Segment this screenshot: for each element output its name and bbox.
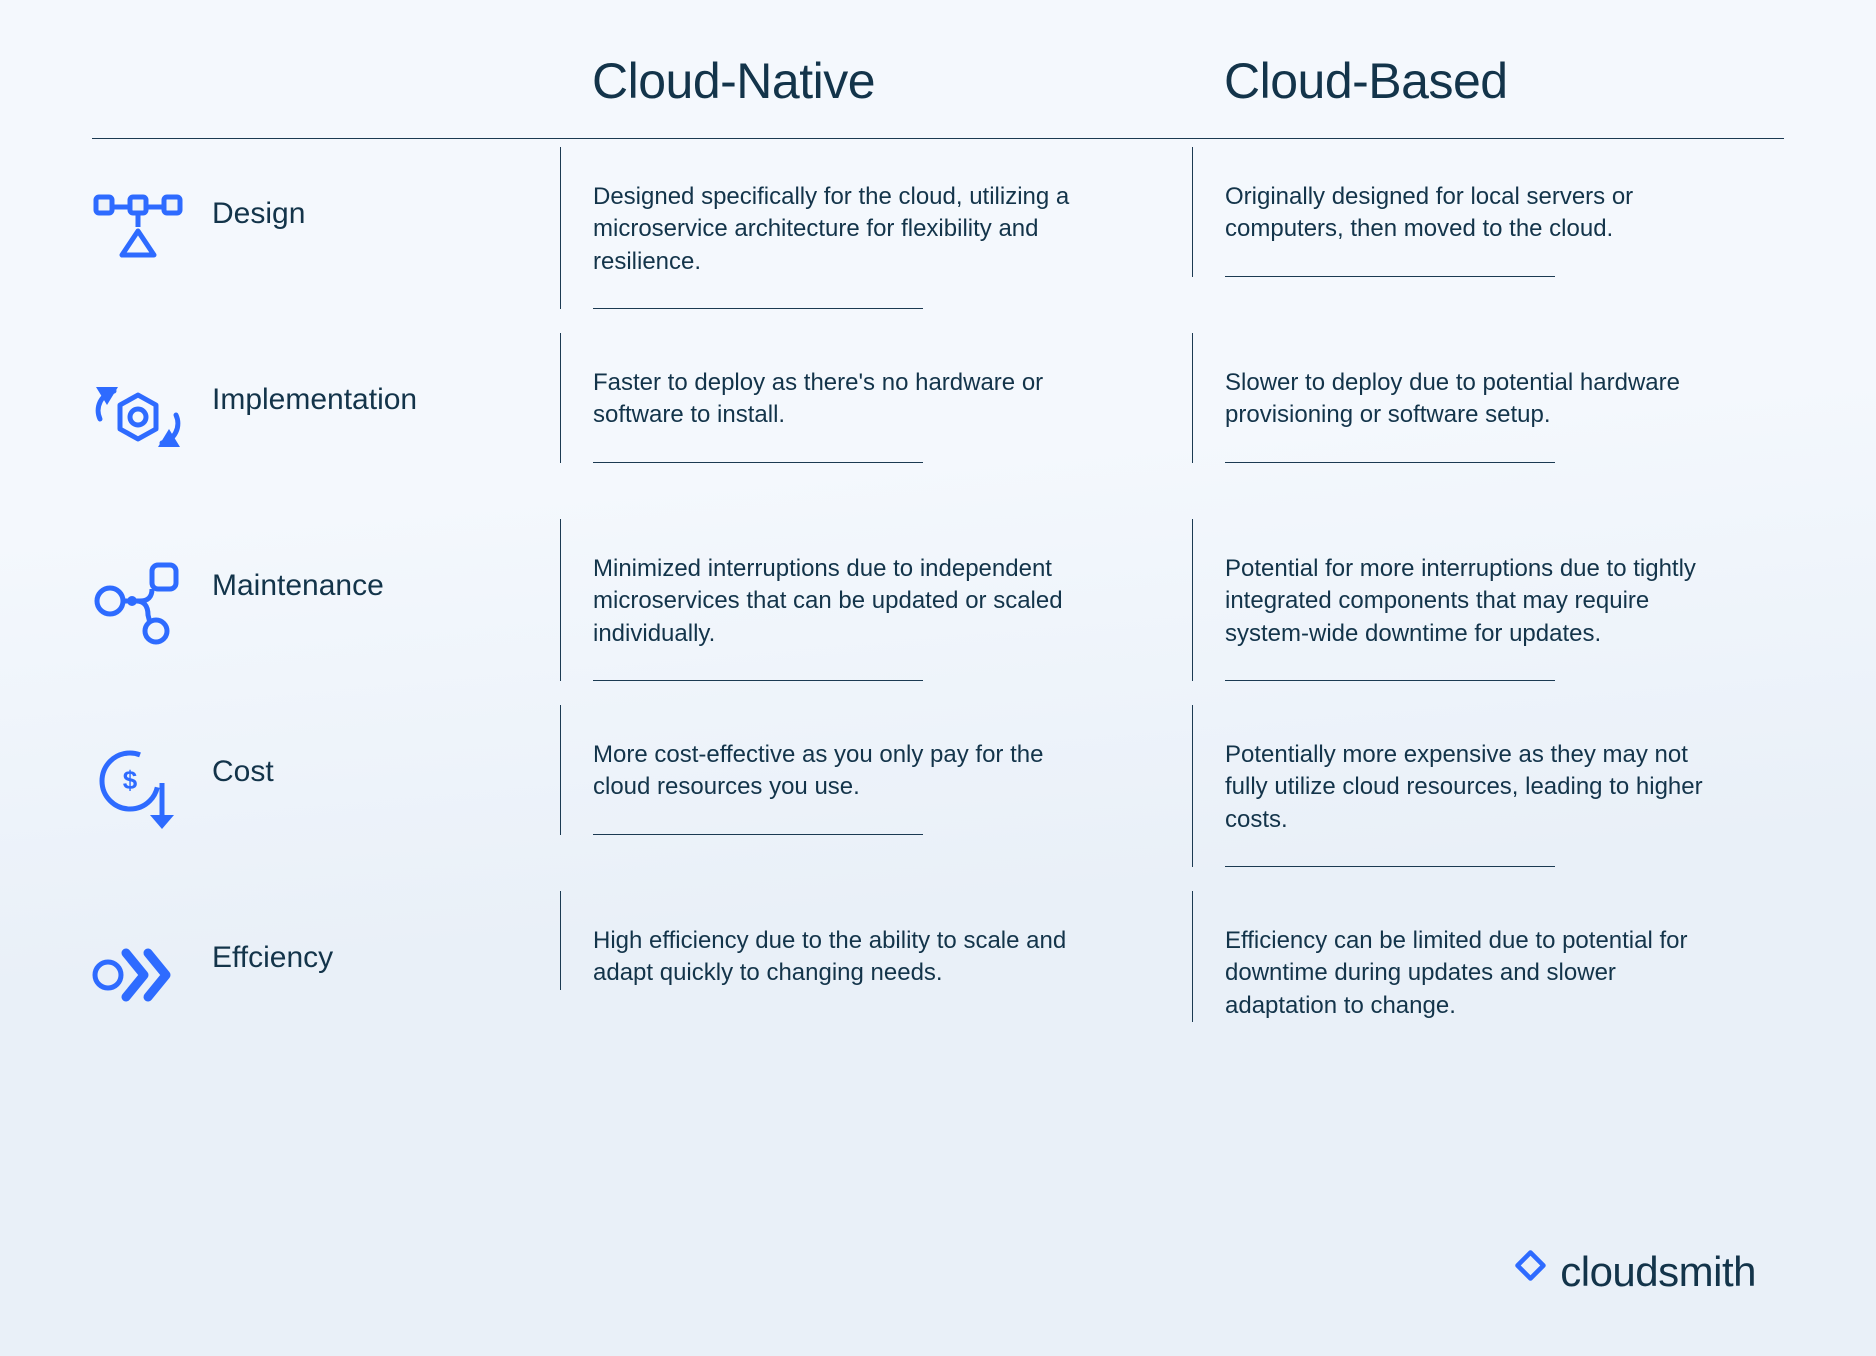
cell-divider [593, 680, 923, 681]
cell-based: Slower to deploy due to potential hardwa… [1192, 333, 1784, 463]
cell-text: Efficiency can be limited due to potenti… [1225, 925, 1705, 1022]
row-label: Implementation [212, 371, 417, 417]
nodes-icon [92, 557, 184, 649]
table-row: Effciency High efficiency due to the abi… [92, 891, 1784, 1077]
microservices-icon [92, 185, 184, 277]
cloudsmith-icon [1502, 1250, 1546, 1294]
efficiency-icon [92, 929, 184, 1021]
cycle-icon [92, 371, 184, 463]
cell-text: Potential for more interruptions due to … [1225, 553, 1705, 650]
cell-text: More cost-effective as you only pay for … [593, 739, 1073, 804]
cell-divider [593, 308, 923, 309]
row-heading: Effciency [92, 891, 520, 1021]
cell-divider [1225, 680, 1555, 681]
table-row: Implementation Faster to deploy as there… [92, 333, 1784, 519]
cell-native: Minimized interruptions due to independe… [560, 519, 1152, 681]
row-heading: Implementation [92, 333, 520, 463]
cell-divider [1225, 462, 1555, 463]
row-heading: Maintenance [92, 519, 520, 649]
cell-text: High efficiency due to the ability to sc… [593, 925, 1073, 990]
cell-native: Designed specifically for the cloud, uti… [560, 147, 1152, 309]
cell-based: Originally designed for local servers or… [1192, 147, 1784, 277]
row-heading: Cost [92, 705, 520, 835]
cost-icon [92, 743, 184, 835]
cell-divider [593, 834, 923, 835]
cell-native: High efficiency due to the ability to sc… [560, 891, 1152, 990]
cell-text: Potentially more expensive as they may n… [1225, 739, 1705, 836]
table-body: Design Designed specifically for the clo… [92, 147, 1784, 1077]
row-label: Maintenance [212, 557, 384, 603]
brand-text: cloudsmith [1560, 1248, 1756, 1296]
column-header-native: Cloud-Native [560, 52, 1152, 110]
cell-text: Designed specifically for the cloud, uti… [593, 181, 1073, 278]
cell-divider [593, 462, 923, 463]
cell-text: Faster to deploy as there's no hardware … [593, 367, 1073, 432]
cell-divider [1225, 276, 1555, 277]
row-label: Cost [212, 743, 274, 789]
row-heading: Design [92, 147, 520, 277]
row-label: Effciency [212, 929, 333, 975]
cell-divider [1225, 866, 1555, 867]
cell-based: Potential for more interruptions due to … [1192, 519, 1784, 681]
cell-based: Efficiency can be limited due to potenti… [1192, 891, 1784, 1022]
table-row: Design Designed specifically for the clo… [92, 147, 1784, 333]
cell-native: Faster to deploy as there's no hardware … [560, 333, 1152, 463]
row-label: Design [212, 185, 305, 231]
cell-text: Slower to deploy due to potential hardwa… [1225, 367, 1705, 432]
cell-text: Minimized interruptions due to independe… [593, 553, 1073, 650]
table-row: Cost More cost-effective as you only pay… [92, 705, 1784, 891]
brand-logo: cloudsmith [1502, 1248, 1756, 1296]
table-header: Cloud-Native Cloud-Based [92, 52, 1784, 139]
comparison-table: Cloud-Native Cloud-Based Design Designed… [0, 0, 1876, 1117]
cell-based: Potentially more expensive as they may n… [1192, 705, 1784, 867]
cell-text: Originally designed for local servers or… [1225, 181, 1705, 246]
cell-native: More cost-effective as you only pay for … [560, 705, 1152, 835]
table-row: Maintenance Minimized interruptions due … [92, 519, 1784, 705]
column-header-based: Cloud-Based [1192, 52, 1784, 110]
